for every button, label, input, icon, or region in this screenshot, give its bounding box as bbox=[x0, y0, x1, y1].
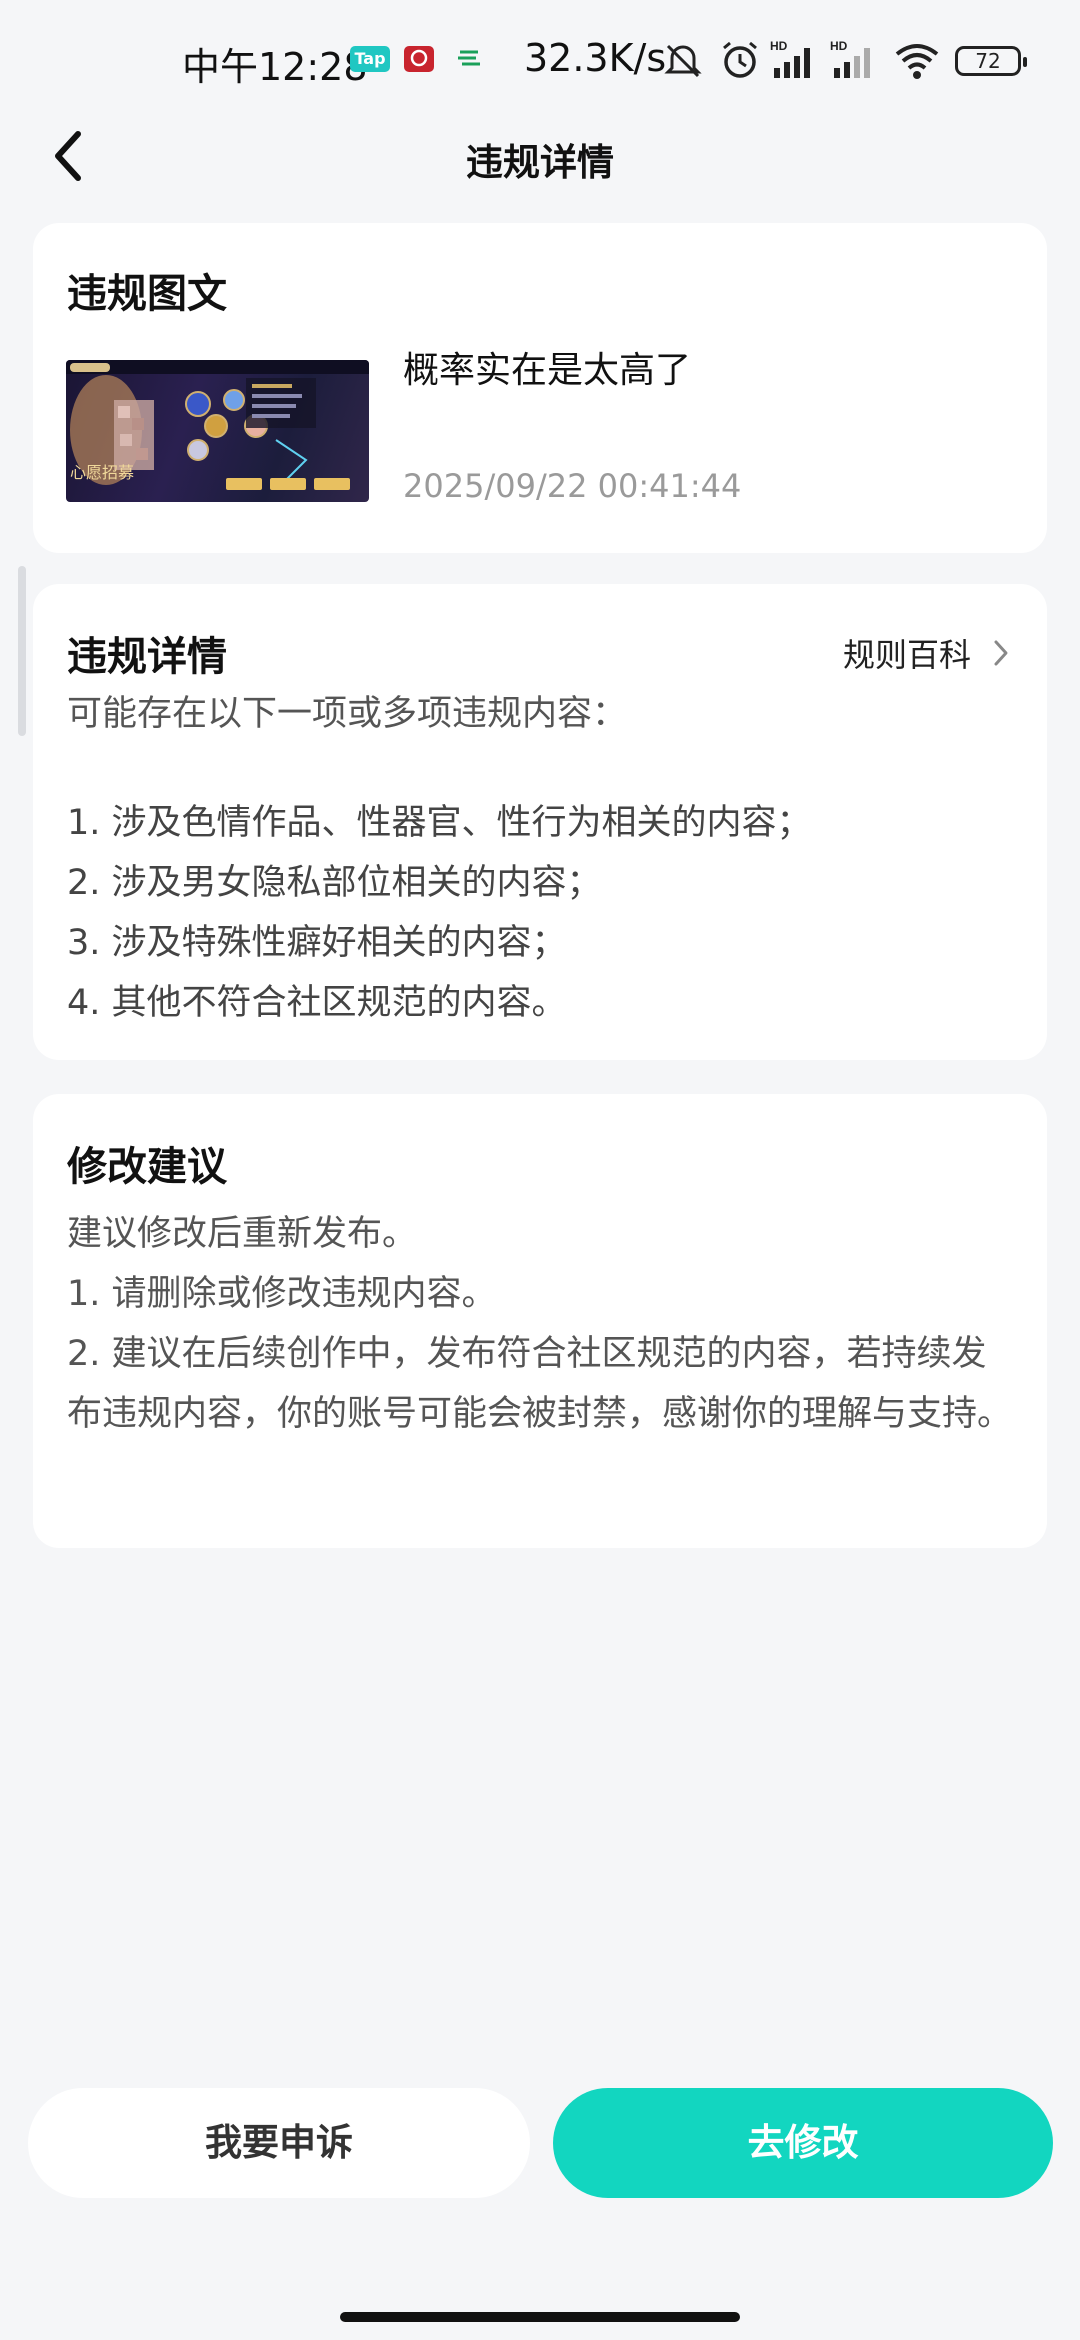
chevron-right-icon bbox=[994, 640, 1008, 666]
suggestion-line: 建议修改后重新发布。 bbox=[67, 1214, 418, 1254]
section-title-detail: 违规详情 bbox=[67, 634, 227, 680]
appeal-button[interactable]: 我要申诉 bbox=[28, 2088, 530, 2198]
section-title-content: 违规图文 bbox=[67, 271, 227, 317]
rule-wiki-label: 规则百科 bbox=[842, 636, 971, 674]
status-time: 中午12:28 bbox=[182, 45, 368, 89]
suggestion-line: 1. 请删除或修改违规内容。 bbox=[67, 1274, 497, 1314]
violation-description: 可能存在以下一项或多项违规内容： bbox=[67, 694, 628, 734]
svg-text:心愿招募: 心愿招募 bbox=[70, 463, 134, 482]
mute-bell-icon bbox=[664, 44, 702, 78]
svg-text:HD: HD bbox=[830, 39, 848, 53]
status-bar: 中午12:28 Tap 32.3K/s HD HD 72 bbox=[0, 0, 1080, 120]
scrollbar[interactable] bbox=[18, 566, 26, 736]
network-speed: 32.3K/s bbox=[524, 36, 667, 80]
violation-item: 4. 其他不符合社区规范的内容。 bbox=[67, 983, 567, 1023]
tap-app-icon: Tap bbox=[350, 46, 390, 72]
violation-content-card: 违规图文 心愿招募 概率实在是太高了 2025/09/22 00:41:44 bbox=[33, 223, 1047, 553]
suggestion-line: 2. 建议在后续创作中，发布符合社区规范的内容，若持续发布违规内容，你的账号可能… bbox=[67, 1334, 1013, 1434]
battery-indicator: 72 bbox=[955, 46, 1027, 76]
violation-item: 2. 涉及男女隐私部位相关的内容； bbox=[67, 863, 602, 903]
app-notification-icon bbox=[404, 46, 434, 72]
violation-detail-card: 违规详情 规则百科 可能存在以下一项或多项违规内容： 1. 涉及色情作品、性器官… bbox=[33, 584, 1047, 1060]
violation-item: 1. 涉及色情作品、性器官、性行为相关的内容； bbox=[67, 803, 812, 843]
page-title: 违规详情 bbox=[466, 141, 614, 184]
post-timestamp: 2025/09/22 00:41:44 bbox=[403, 467, 742, 505]
post-text: 概率实在是太高了 bbox=[403, 350, 692, 391]
suggestion-card: 修改建议 建议修改后重新发布。 1. 请删除或修改违规内容。 2. 建议在后续创… bbox=[33, 1094, 1047, 1548]
svg-text:HD: HD bbox=[770, 39, 788, 53]
post-app-icon bbox=[454, 46, 484, 72]
signal-hd-2-icon: HD bbox=[830, 39, 870, 78]
home-indicator[interactable] bbox=[340, 2312, 740, 2322]
violation-item: 3. 涉及特殊性癖好相关的内容； bbox=[67, 923, 567, 963]
modify-button[interactable]: 去修改 bbox=[553, 2088, 1053, 2198]
signal-hd-1-icon: HD bbox=[770, 39, 810, 78]
rule-wiki-link[interactable]: 规则百科 bbox=[843, 630, 1009, 676]
section-title-suggestion: 修改建议 bbox=[67, 1144, 227, 1190]
post-thumbnail[interactable]: 心愿招募 bbox=[66, 360, 369, 502]
alarm-icon bbox=[723, 41, 757, 78]
wifi-icon bbox=[895, 44, 939, 79]
